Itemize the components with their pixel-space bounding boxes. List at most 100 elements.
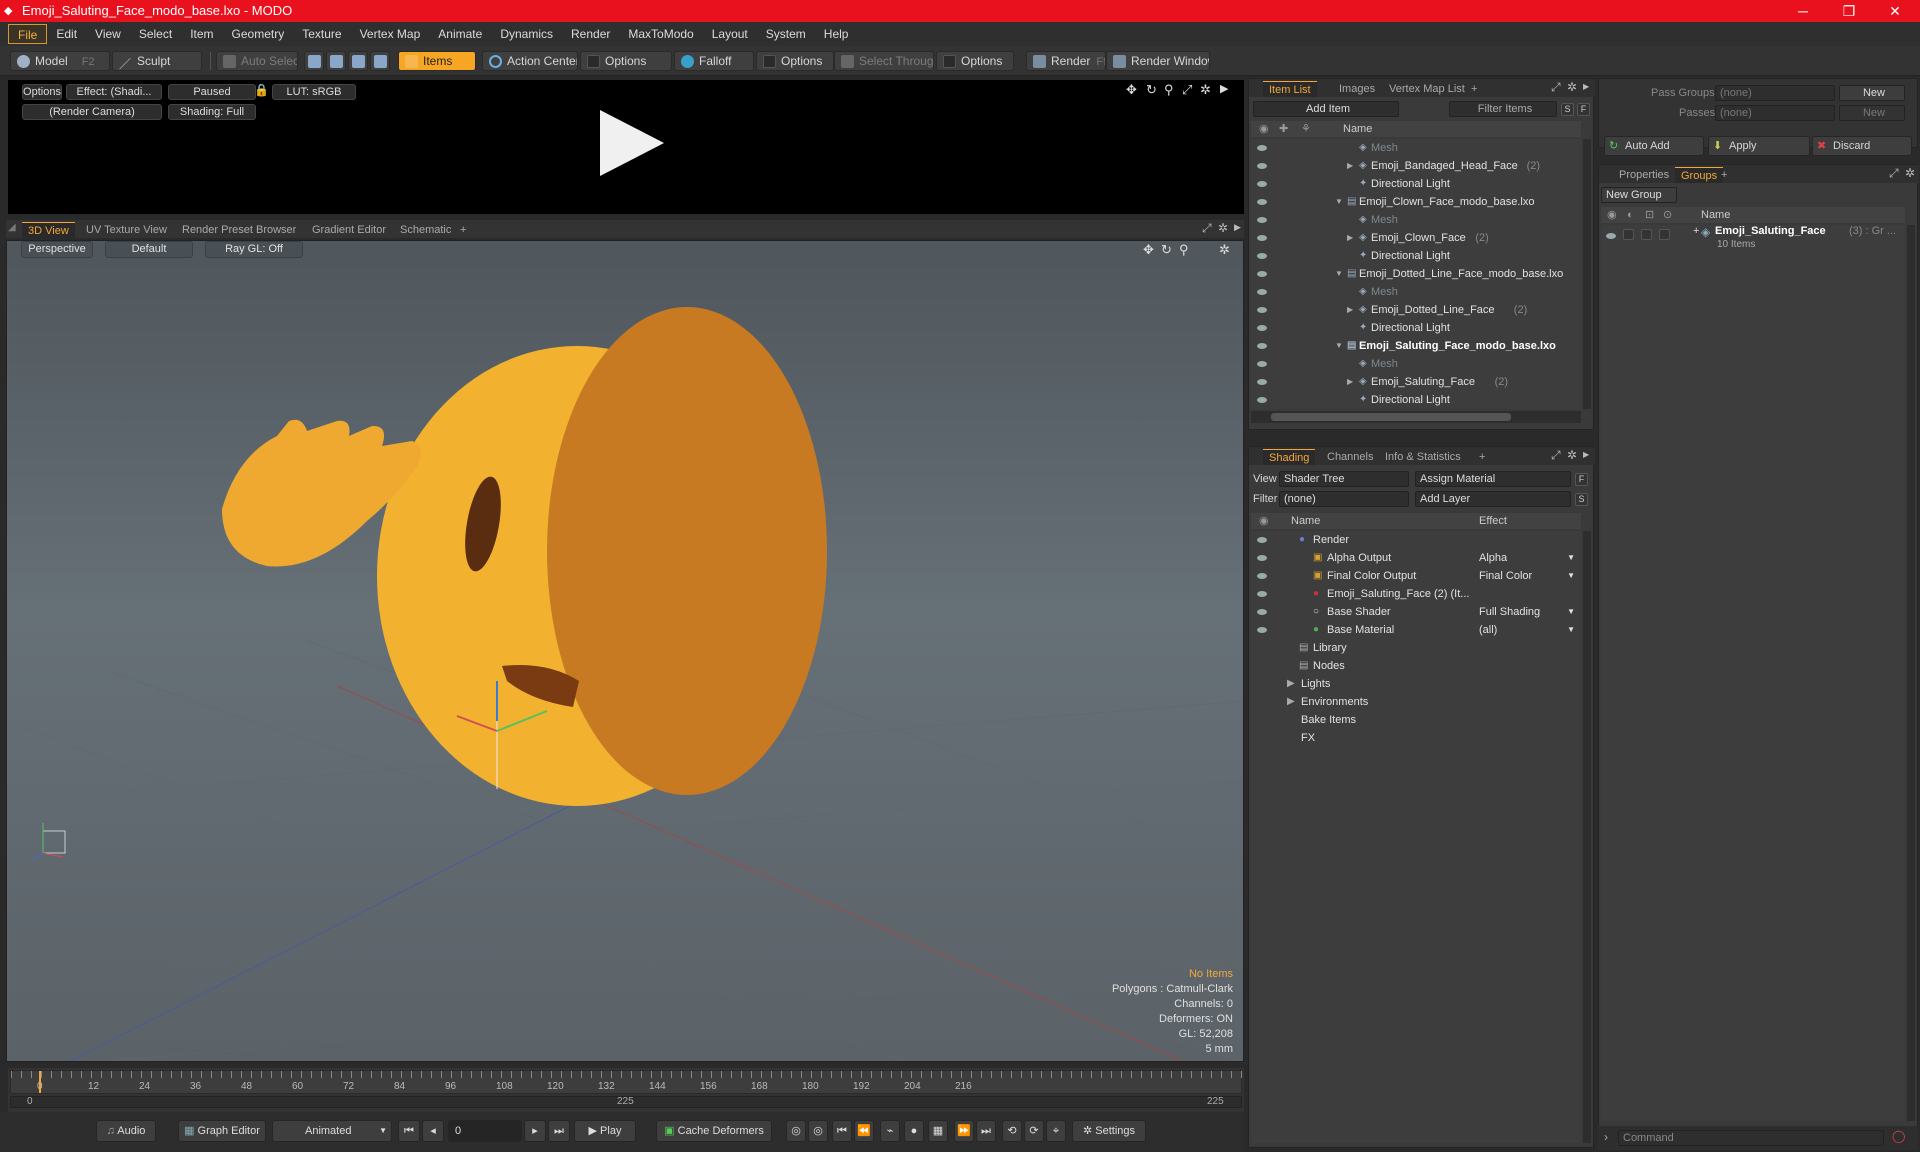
sync-button[interactable]: ⟳ xyxy=(1024,1120,1044,1142)
preview-paused-button[interactable]: Paused xyxy=(168,84,256,100)
arrow-right-icon[interactable]: ▶ xyxy=(1234,222,1241,233)
tab-item-list[interactable]: Item List xyxy=(1263,81,1317,97)
key-tool-1-button[interactable]: ◎ xyxy=(786,1120,806,1142)
frame-input[interactable]: 0 xyxy=(448,1120,522,1142)
go-end-button[interactable]: ⏭ xyxy=(548,1120,570,1142)
item-row[interactable]: ▶ ◈ Emoji_Saluting_Face (2) xyxy=(1251,373,1581,391)
tab-uv-texture-view[interactable]: UV Texture View xyxy=(80,222,173,238)
shader-row[interactable]: Bake Items xyxy=(1251,711,1581,729)
discard-button[interactable]: ✖ Discard xyxy=(1812,136,1912,156)
gear-icon[interactable]: ✲ xyxy=(1567,80,1577,94)
eye-icon[interactable] xyxy=(1257,397,1267,403)
render-window-button[interactable]: Render Window xyxy=(1106,51,1210,71)
eye-icon[interactable] xyxy=(1257,217,1267,223)
expand-icon[interactable]: ⤢ xyxy=(1551,448,1561,463)
animated-dropdown[interactable]: Animated ▼ xyxy=(272,1120,392,1142)
command-input[interactable]: Command xyxy=(1618,1130,1884,1146)
select-through-button[interactable]: Select Through xyxy=(834,51,934,71)
add-tab-button[interactable]: + xyxy=(454,222,472,238)
next-key-3-button[interactable]: ⏭ xyxy=(976,1120,996,1142)
menu-edit[interactable]: Edit xyxy=(47,24,86,44)
eye-icon[interactable] xyxy=(1257,591,1267,597)
eye-icon[interactable] xyxy=(1257,573,1267,579)
prev-key-2-button[interactable]: ⏮ xyxy=(832,1120,852,1142)
passes-dropdown[interactable]: (none) xyxy=(1715,105,1835,121)
menu-dynamics[interactable]: Dynamics xyxy=(491,24,562,44)
gear-icon[interactable]: ✲ xyxy=(1218,221,1228,235)
filter-items-input[interactable]: Filter Items xyxy=(1449,101,1557,117)
eye-icon[interactable] xyxy=(1257,289,1267,295)
shader-row[interactable]: ▤ Nodes xyxy=(1251,657,1581,675)
item-list-h-scrollbar[interactable] xyxy=(1251,411,1581,423)
eye-icon[interactable] xyxy=(1257,379,1267,385)
gear-icon[interactable]: ✲ xyxy=(1567,448,1577,462)
eye-icon[interactable] xyxy=(1257,145,1267,151)
action-center-options-button[interactable]: Options xyxy=(580,51,672,71)
collapse-arrow-icon[interactable]: ▼ xyxy=(1335,265,1343,283)
render-button[interactable]: RenderF9 xyxy=(1026,51,1106,71)
add-tab-button[interactable]: + xyxy=(1465,81,1483,97)
menu-geometry[interactable]: Geometry xyxy=(223,24,294,44)
expand-arrow-icon[interactable]: ▶ xyxy=(1287,693,1295,711)
model-mode-button[interactable]: Model F2 xyxy=(10,51,110,71)
tab-schematic[interactable]: Schematic xyxy=(394,222,457,238)
s-toggle[interactable]: S xyxy=(1575,493,1588,506)
eye-icon[interactable] xyxy=(1606,233,1616,239)
key-grid-button[interactable]: ▦ xyxy=(928,1120,948,1142)
sculpt-mode-button[interactable]: ／ Sculpt xyxy=(112,51,202,71)
expand-arrow-icon[interactable]: ▶ xyxy=(1347,373,1353,391)
expand-arrow-icon[interactable]: ▶ xyxy=(1347,229,1353,247)
menu-help[interactable]: Help xyxy=(815,24,858,44)
item-row[interactable]: ▶ ◈ Emoji_Dotted_Line_Face (2) xyxy=(1251,301,1581,319)
shader-row[interactable]: ▣ Final Color Output Final Color ▼ xyxy=(1251,567,1581,585)
new-pass-group-button[interactable]: New xyxy=(1839,85,1905,101)
timeline-ruler[interactable]: 0122436486072849610812013214415616818019… xyxy=(10,1070,1243,1094)
preview-camera-dropdown[interactable]: (Render Camera) xyxy=(22,104,162,120)
view-dropdown[interactable]: Shader Tree xyxy=(1279,471,1409,487)
menu-item[interactable]: Item xyxy=(181,24,222,44)
eye-icon[interactable] xyxy=(1257,609,1267,615)
effect-dropdown[interactable]: Alpha ▼ xyxy=(1479,549,1579,567)
lock-toggle[interactable] xyxy=(1641,229,1652,240)
menu-texture[interactable]: Texture xyxy=(293,24,350,44)
falloff-button[interactable]: Falloff xyxy=(674,51,754,71)
select-through-options-button[interactable]: Options xyxy=(936,51,1014,71)
menu-view[interactable]: View xyxy=(86,24,130,44)
item-row[interactable]: ▼ ▤ Emoji_Dotted_Line_Face_modo_base.lxo xyxy=(1251,265,1581,283)
play-button[interactable]: ▶ Play xyxy=(574,1120,636,1142)
tab-info-statistics[interactable]: Info & Statistics xyxy=(1379,449,1467,465)
maximize-button[interactable]: ❐ xyxy=(1826,0,1872,22)
menu-file[interactable]: File xyxy=(8,24,48,44)
gear-icon[interactable]: ✲ xyxy=(1905,166,1915,180)
move-view-icon[interactable]: ✥ xyxy=(1143,242,1154,258)
group-row[interactable]: + ◈ Emoji_Saluting_Face (3) : Gr ... 10 … xyxy=(1601,225,1905,257)
select-toggle[interactable] xyxy=(1659,229,1670,240)
item-row[interactable]: ▶ ◈ Emoji_Bandaged_Head_Face (2) xyxy=(1251,157,1581,175)
arrow-right-icon[interactable]: ▶ xyxy=(1220,82,1228,95)
eye-icon[interactable] xyxy=(1257,163,1267,169)
minimize-button[interactable]: ─ xyxy=(1780,0,1826,22)
expand-arrow-icon[interactable]: ▶ xyxy=(1347,301,1353,319)
lock-icon[interactable]: 🔒 xyxy=(254,83,269,97)
timeline[interactable]: 0 12 24 36 48 60 72 84 96 108 120 132 144 156 168 180 19… xyxy=(8,1068,1244,1112)
shader-row[interactable]: ▶ Lights xyxy=(1251,675,1581,693)
play-icon[interactable] xyxy=(600,110,664,176)
eye-icon[interactable] xyxy=(1257,199,1267,205)
filter-dropdown[interactable]: (none) xyxy=(1279,491,1409,507)
eye-icon[interactable] xyxy=(1257,271,1267,277)
menu-render[interactable]: Render xyxy=(562,24,619,44)
collapse-arrow-icon[interactable]: ▼ xyxy=(1335,337,1343,355)
go-start-button[interactable]: ⏮ xyxy=(398,1120,420,1142)
menu-layout[interactable]: Layout xyxy=(703,24,757,44)
shader-tree-scrollbar[interactable] xyxy=(1583,531,1591,1143)
expand-icon[interactable]: ⤢ xyxy=(1202,221,1212,236)
key-button[interactable]: ⌁ xyxy=(880,1120,900,1142)
zoom-view-icon[interactable]: ⚲ xyxy=(1179,242,1189,258)
item-row[interactable]: ✦ Directional Light xyxy=(1251,175,1581,193)
effect-dropdown[interactable]: (all) ▼ xyxy=(1479,621,1579,639)
eye-icon[interactable] xyxy=(1257,253,1267,259)
add-tab-button[interactable]: + xyxy=(1715,167,1733,183)
eye-icon[interactable] xyxy=(1257,181,1267,187)
arrow-right-icon[interactable]: ▶ xyxy=(1583,450,1589,459)
key-filter-button[interactable]: ⌖ xyxy=(1046,1120,1066,1142)
